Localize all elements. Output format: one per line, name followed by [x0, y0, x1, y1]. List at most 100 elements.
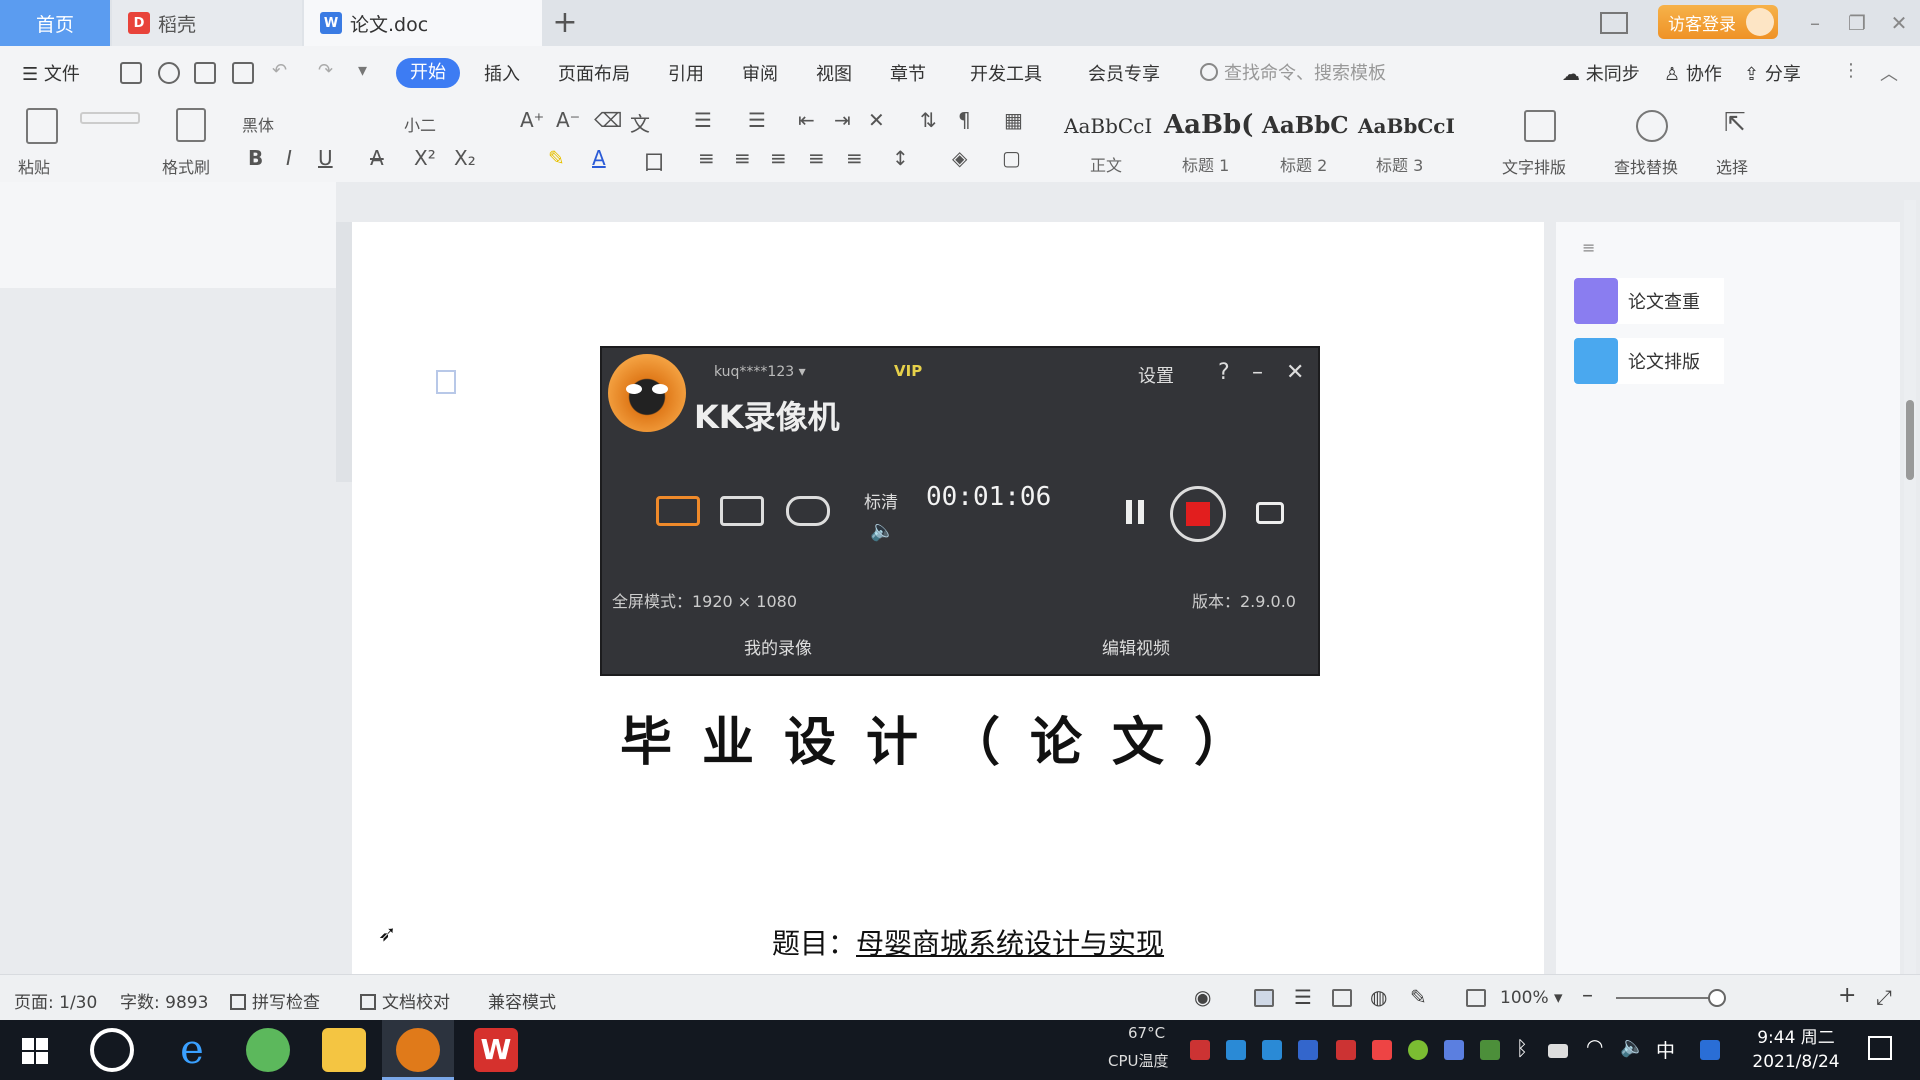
paste-icon[interactable]: [26, 108, 58, 144]
menu-references[interactable]: 引用: [668, 60, 704, 86]
shield-icon[interactable]: [1298, 1040, 1318, 1060]
my-recordings-link[interactable]: 我的录像: [744, 634, 812, 659]
kk-settings-button[interactable]: 设置: [1138, 362, 1174, 388]
shading-icon[interactable]: ◈: [952, 146, 967, 170]
line-spacing-icon[interactable]: ↕: [892, 146, 909, 170]
menu-review[interactable]: 审阅: [742, 60, 778, 86]
increase-indent-icon[interactable]: ⇥: [834, 108, 851, 132]
output-icon[interactable]: [158, 62, 180, 84]
task-view-icon[interactable]: [90, 1028, 134, 1072]
stop-record-button[interactable]: [1170, 486, 1226, 542]
text-layout-icon[interactable]: [1524, 110, 1556, 142]
sort-icon[interactable]: ⇅: [920, 108, 937, 132]
undo-icon[interactable]: ↶: [272, 60, 287, 81]
collab-button[interactable]: ♙ 协作: [1664, 60, 1722, 86]
zoom-slider-track[interactable]: [1616, 997, 1716, 999]
outline-view-icon[interactable]: ☰: [1294, 985, 1312, 1009]
browser-360-icon[interactable]: [246, 1028, 290, 1072]
screenshot-camera-icon[interactable]: [1256, 502, 1284, 524]
windows-start-icon[interactable]: [22, 1038, 48, 1064]
more-icon[interactable]: ⋮: [1842, 60, 1860, 81]
paper-check-button[interactable]: 论文查重: [1574, 278, 1724, 324]
border-icon[interactable]: ▢: [1002, 146, 1021, 170]
qq-icon[interactable]: [1700, 1040, 1720, 1060]
system-clock[interactable]: 9:44 周二 2021/8/24: [1748, 1026, 1844, 1074]
read-view-icon[interactable]: [1332, 989, 1352, 1007]
style-h2-sample[interactable]: AaBbC: [1262, 112, 1349, 139]
wps-writer-icon[interactable]: W: [474, 1028, 518, 1072]
page-indicator[interactable]: 页面: 1/30: [14, 988, 97, 1013]
tray-app-icon-7[interactable]: [1444, 1040, 1464, 1060]
print-preview-icon[interactable]: [232, 62, 254, 84]
redo-icon[interactable]: ↷: [318, 60, 333, 81]
align-center-icon[interactable]: ≡: [734, 146, 751, 170]
layout-toggle-icon[interactable]: [1600, 12, 1628, 34]
style-h1-sample[interactable]: AaBb(: [1164, 110, 1253, 140]
tab-document[interactable]: W 论文.doc: [304, 0, 542, 46]
font-color-icon[interactable]: A: [592, 146, 606, 170]
fullscreen-icon[interactable]: ⤢: [1876, 985, 1892, 1009]
game-mode-icon[interactable]: [786, 496, 830, 526]
cut-copy-icon[interactable]: [80, 112, 140, 124]
menu-chapter[interactable]: 章节: [890, 60, 926, 86]
spell-check-toggle[interactable]: 拼写检查: [230, 988, 320, 1013]
bullet-list-icon[interactable]: ☰: [694, 108, 712, 132]
wifi-icon[interactable]: ◠: [1586, 1034, 1603, 1058]
eye-protection-icon[interactable]: ◉: [1194, 985, 1211, 1009]
chinese-layout-icon[interactable]: ✕: [868, 108, 885, 132]
kk-close-button[interactable]: ✕: [1286, 360, 1304, 385]
write-view-icon[interactable]: ✎: [1410, 985, 1427, 1009]
close-icon[interactable]: ✕: [1884, 8, 1914, 38]
format-painter-icon[interactable]: [176, 108, 206, 142]
sync-button[interactable]: ☁ 未同步: [1562, 60, 1640, 86]
edit-video-link[interactable]: 编辑视频: [1102, 634, 1170, 659]
font-size-select[interactable]: 小二: [404, 112, 436, 136]
align-left-icon[interactable]: ≡: [698, 146, 715, 170]
print-icon[interactable]: [194, 62, 216, 84]
kk-minimize-button[interactable]: –: [1252, 360, 1263, 385]
zoom-in-button[interactable]: +: [1838, 983, 1856, 1008]
tab-home[interactable]: 首页: [0, 0, 110, 46]
menu-member[interactable]: 会员专享: [1088, 60, 1160, 86]
battery-icon[interactable]: [1548, 1044, 1568, 1058]
paper-format-button[interactable]: 论文排版: [1574, 338, 1724, 384]
menu-start[interactable]: 开始: [396, 58, 460, 88]
command-search[interactable]: 查找命令、搜索模板: [1200, 59, 1386, 85]
align-right-icon[interactable]: ≡: [770, 146, 787, 170]
zoom-slider-knob[interactable]: [1708, 989, 1726, 1007]
font-name-select[interactable]: 黑体: [242, 112, 274, 136]
web-view-icon[interactable]: ◍: [1370, 985, 1387, 1009]
tray-app-icon-3[interactable]: [1262, 1040, 1282, 1060]
grow-font-icon[interactable]: A⁺: [520, 108, 544, 132]
kk-username[interactable]: kuq****123 ▾: [714, 364, 806, 380]
show-marks-icon[interactable]: ¶: [958, 108, 971, 132]
panel-menu-icon[interactable]: ≡: [1582, 238, 1595, 257]
new-tab-button[interactable]: +: [548, 6, 582, 40]
file-explorer-icon[interactable]: [322, 1028, 366, 1072]
menu-insert[interactable]: 插入: [484, 60, 520, 86]
highlight-icon[interactable]: ✎: [548, 146, 565, 170]
zoom-level[interactable]: 100% ▾: [1500, 988, 1563, 1008]
style-h3-sample[interactable]: AaBbCcI: [1358, 114, 1455, 138]
fullscreen-mode-icon[interactable]: [656, 496, 700, 526]
select-icon[interactable]: ⇱: [1724, 108, 1746, 138]
input-method-indicator[interactable]: 中: [1656, 1036, 1675, 1063]
pause-icon[interactable]: [1126, 500, 1144, 524]
shrink-font-icon[interactable]: A⁻: [556, 108, 580, 132]
nvidia-icon[interactable]: [1480, 1040, 1500, 1060]
guest-login-button[interactable]: 访客登录: [1658, 5, 1778, 39]
save-icon[interactable]: [120, 62, 142, 84]
word-count[interactable]: 字数: 9893: [120, 988, 208, 1013]
vertical-scrollbar[interactable]: [1904, 200, 1916, 974]
justify-icon[interactable]: ≡: [808, 146, 825, 170]
menu-dev-tools[interactable]: 开发工具: [970, 60, 1042, 86]
kk-recorder-task[interactable]: [382, 1020, 454, 1080]
superscript-icon[interactable]: X²: [414, 146, 436, 170]
doc-proof-toggle[interactable]: 文档校对: [360, 988, 450, 1013]
zoom-out-button[interactable]: –: [1582, 983, 1593, 1008]
underline-button[interactable]: U: [318, 146, 333, 170]
decrease-indent-icon[interactable]: ⇤: [798, 108, 815, 132]
customize-dropdown-icon[interactable]: ▾: [358, 60, 367, 81]
italic-icon[interactable]: I: [286, 146, 292, 170]
clear-format-icon[interactable]: ⌫: [594, 108, 622, 132]
